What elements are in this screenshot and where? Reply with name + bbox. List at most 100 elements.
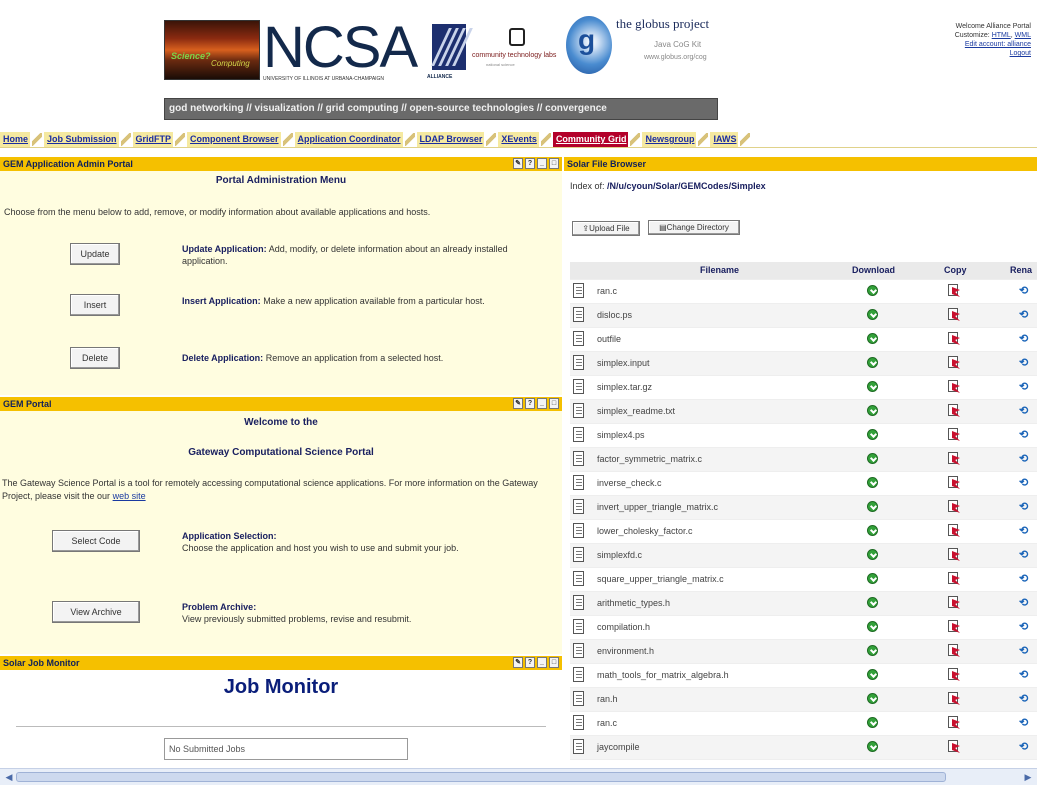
file-name[interactable]: arithmetic_types.h [597,598,670,608]
nav-tab-application-coordinator[interactable]: Application Coordinator [294,132,403,147]
file-name[interactable]: simplexfd.c [597,550,642,560]
view-archive-button[interactable]: View Archive [52,601,140,623]
copy-icon[interactable] [948,524,960,537]
copy-icon[interactable] [948,668,960,681]
minimize-icon[interactable]: _ [537,398,547,409]
copy-icon[interactable] [948,692,960,705]
copy-icon[interactable] [948,284,960,297]
rename-icon[interactable]: ⟲ [1019,356,1028,369]
file-name[interactable]: lower_cholesky_factor.c [597,526,693,536]
nav-tab-job-submission[interactable]: Job Submission [44,132,119,147]
logout-link[interactable]: Logout [1010,50,1031,57]
rename-icon[interactable]: ⟲ [1019,332,1028,345]
copy-icon[interactable] [948,716,960,729]
download-icon[interactable] [867,597,878,608]
help-icon[interactable]: ? [525,657,535,668]
download-icon[interactable] [867,453,878,464]
edit-account-link[interactable]: Edit account: alliance [965,41,1031,48]
scroll-left-icon[interactable]: ◀ [3,771,15,783]
rename-icon[interactable]: ⟲ [1019,572,1028,585]
select-code-button[interactable]: Select Code [52,530,140,552]
nav-tab-ldap-browser[interactable]: LDAP Browser [416,132,485,147]
minimize-icon[interactable]: _ [537,657,547,668]
file-name[interactable]: factor_symmetric_matrix.c [597,454,702,464]
scrollbar-thumb[interactable] [16,772,946,782]
nav-tab-home[interactable]: Home [0,132,31,147]
rename-icon[interactable]: ⟲ [1019,740,1028,753]
copy-icon[interactable] [948,596,960,609]
scroll-right-icon[interactable]: ▶ [1022,771,1034,783]
edit-icon[interactable]: ✎ [513,398,523,409]
download-icon[interactable] [867,573,878,584]
help-icon[interactable]: ? [525,158,535,169]
edit-icon[interactable]: ✎ [513,158,523,169]
file-name[interactable]: simplex_readme.txt [597,406,675,416]
download-icon[interactable] [867,381,878,392]
download-icon[interactable] [867,669,878,680]
copy-icon[interactable] [948,428,960,441]
rename-icon[interactable]: ⟲ [1019,380,1028,393]
rename-icon[interactable]: ⟲ [1019,692,1028,705]
nav-tab-newsgroup[interactable]: Newsgroup [642,132,697,147]
download-icon[interactable] [867,549,878,560]
copy-icon[interactable] [948,548,960,561]
rename-icon[interactable]: ⟲ [1019,548,1028,561]
file-name[interactable]: ran.c [597,286,617,296]
file-name[interactable]: outfile [597,334,621,344]
delete-button[interactable]: Delete [70,347,120,369]
file-name[interactable]: square_upper_triangle_matrix.c [597,574,724,584]
copy-icon[interactable] [948,476,960,489]
copy-icon[interactable] [948,356,960,369]
job-status-field[interactable]: No Submitted Jobs [164,738,408,760]
download-icon[interactable] [867,477,878,488]
nav-tab-component-browser[interactable]: Component Browser [187,132,281,147]
file-name[interactable]: inverse_check.c [597,478,662,488]
download-icon[interactable] [867,741,878,752]
copy-icon[interactable] [948,308,960,321]
rename-icon[interactable]: ⟲ [1019,428,1028,441]
file-name[interactable]: invert_upper_triangle_matrix.c [597,502,718,512]
copy-icon[interactable] [948,572,960,585]
file-name[interactable]: simplex.tar.gz [597,382,652,392]
file-name[interactable]: jaycompile [597,742,640,752]
file-name[interactable]: compilation.h [597,622,650,632]
file-name[interactable]: math_tools_for_matrix_algebra.h [597,670,729,680]
rename-icon[interactable]: ⟲ [1019,500,1028,513]
nav-tab-xevents[interactable]: XEvents [498,132,539,147]
edit-tab-icon[interactable] [630,132,641,146]
copy-icon[interactable] [948,380,960,393]
rename-icon[interactable]: ⟲ [1019,620,1028,633]
download-icon[interactable] [867,693,878,704]
download-icon[interactable] [867,501,878,512]
copy-icon[interactable] [948,500,960,513]
rename-icon[interactable]: ⟲ [1019,644,1028,657]
download-icon[interactable] [867,525,878,536]
edit-icon[interactable]: ✎ [513,657,523,668]
download-icon[interactable] [867,357,878,368]
rename-icon[interactable]: ⟲ [1019,452,1028,465]
maximize-icon[interactable]: □ [549,657,559,668]
copy-icon[interactable] [948,452,960,465]
download-icon[interactable] [867,333,878,344]
download-icon[interactable] [867,405,878,416]
nav-tab-gridftp[interactable]: GridFTP [132,132,174,147]
col-filename[interactable]: Filename [700,265,739,275]
download-icon[interactable] [867,645,878,656]
rename-icon[interactable]: ⟲ [1019,596,1028,609]
copy-icon[interactable] [948,404,960,417]
nav-tab-community-grid[interactable]: Community Grid [552,132,629,147]
download-icon[interactable] [867,285,878,296]
file-name[interactable]: ran.h [597,694,618,704]
customize-wml-link[interactable]: WML [1015,32,1031,39]
rename-icon[interactable]: ⟲ [1019,284,1028,297]
customize-html-link[interactable]: HTML [992,32,1011,39]
copy-icon[interactable] [948,620,960,633]
file-name[interactable]: simplex.input [597,358,650,368]
file-name[interactable]: environment.h [597,646,654,656]
maximize-icon[interactable]: □ [549,398,559,409]
file-name[interactable]: ran.c [597,718,617,728]
minimize-icon[interactable]: _ [537,158,547,169]
gem-website-link[interactable]: web site [113,491,146,501]
horizontal-scrollbar[interactable]: ◀ ▶ [0,768,1037,785]
copy-icon[interactable] [948,332,960,345]
